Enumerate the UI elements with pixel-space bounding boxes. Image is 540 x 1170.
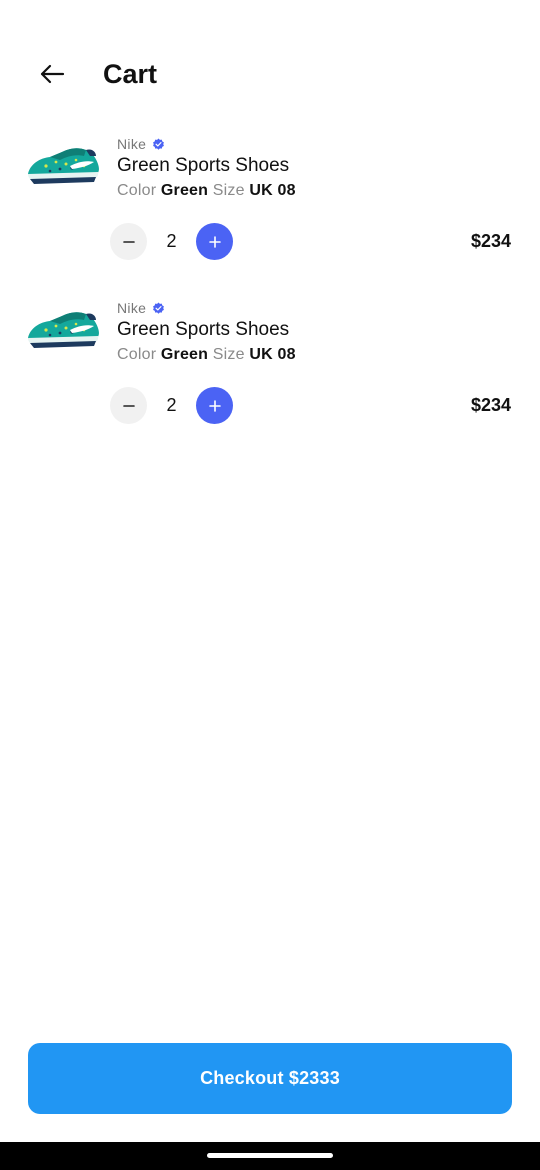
quantity-value: 2 [166,231,177,251]
size-label: Size [212,346,245,363]
item-price: $234 [470,231,511,251]
brand-row: Nike [117,298,165,318]
cart-item: Nike Green Sports Shoes Color Green Size… [0,290,540,454]
color-value: Green [160,346,209,363]
plus-icon [208,399,221,412]
arrow-left-icon [40,64,65,84]
plus-icon [208,235,221,248]
system-navigation-bar [0,1142,540,1170]
product-image[interactable] [26,144,102,188]
product-name: Green Sports Shoes [117,155,290,176]
quantity-stepper: 2 [110,387,233,424]
product-name: Green Sports Shoes [117,319,290,340]
brand-name: Nike [117,300,147,316]
color-value: Green [160,182,209,199]
increase-quantity-button[interactable] [196,223,233,260]
product-attributes: Color Green Size UK 08 [117,344,296,366]
color-label: Color [117,346,157,363]
item-price: $234 [470,395,511,415]
size-value: UK 08 [249,182,296,199]
checkout-button[interactable]: Checkout $2333 [28,1043,512,1114]
verified-badge-icon [152,302,165,315]
page-title: Cart [103,59,158,89]
cart-list: Nike Green Sports Shoes Color Green Size… [0,126,540,454]
size-label: Size [212,182,245,199]
increase-quantity-button[interactable] [196,387,233,424]
decrease-quantity-button[interactable] [110,223,147,260]
minus-icon [122,240,135,243]
color-label: Color [117,182,157,199]
product-image[interactable] [26,308,102,352]
brand-row: Nike [117,134,165,154]
product-attributes: Color Green Size UK 08 [117,180,296,202]
size-value: UK 08 [249,346,296,363]
brand-name: Nike [117,136,147,152]
cart-item: Nike Green Sports Shoes Color Green Size… [0,126,540,290]
home-indicator[interactable] [207,1153,333,1158]
minus-icon [122,404,135,407]
verified-badge-icon [152,138,165,151]
back-button[interactable] [32,56,72,92]
app-header: Cart [0,0,540,140]
decrease-quantity-button[interactable] [110,387,147,424]
quantity-stepper: 2 [110,223,233,260]
quantity-value: 2 [166,395,177,415]
